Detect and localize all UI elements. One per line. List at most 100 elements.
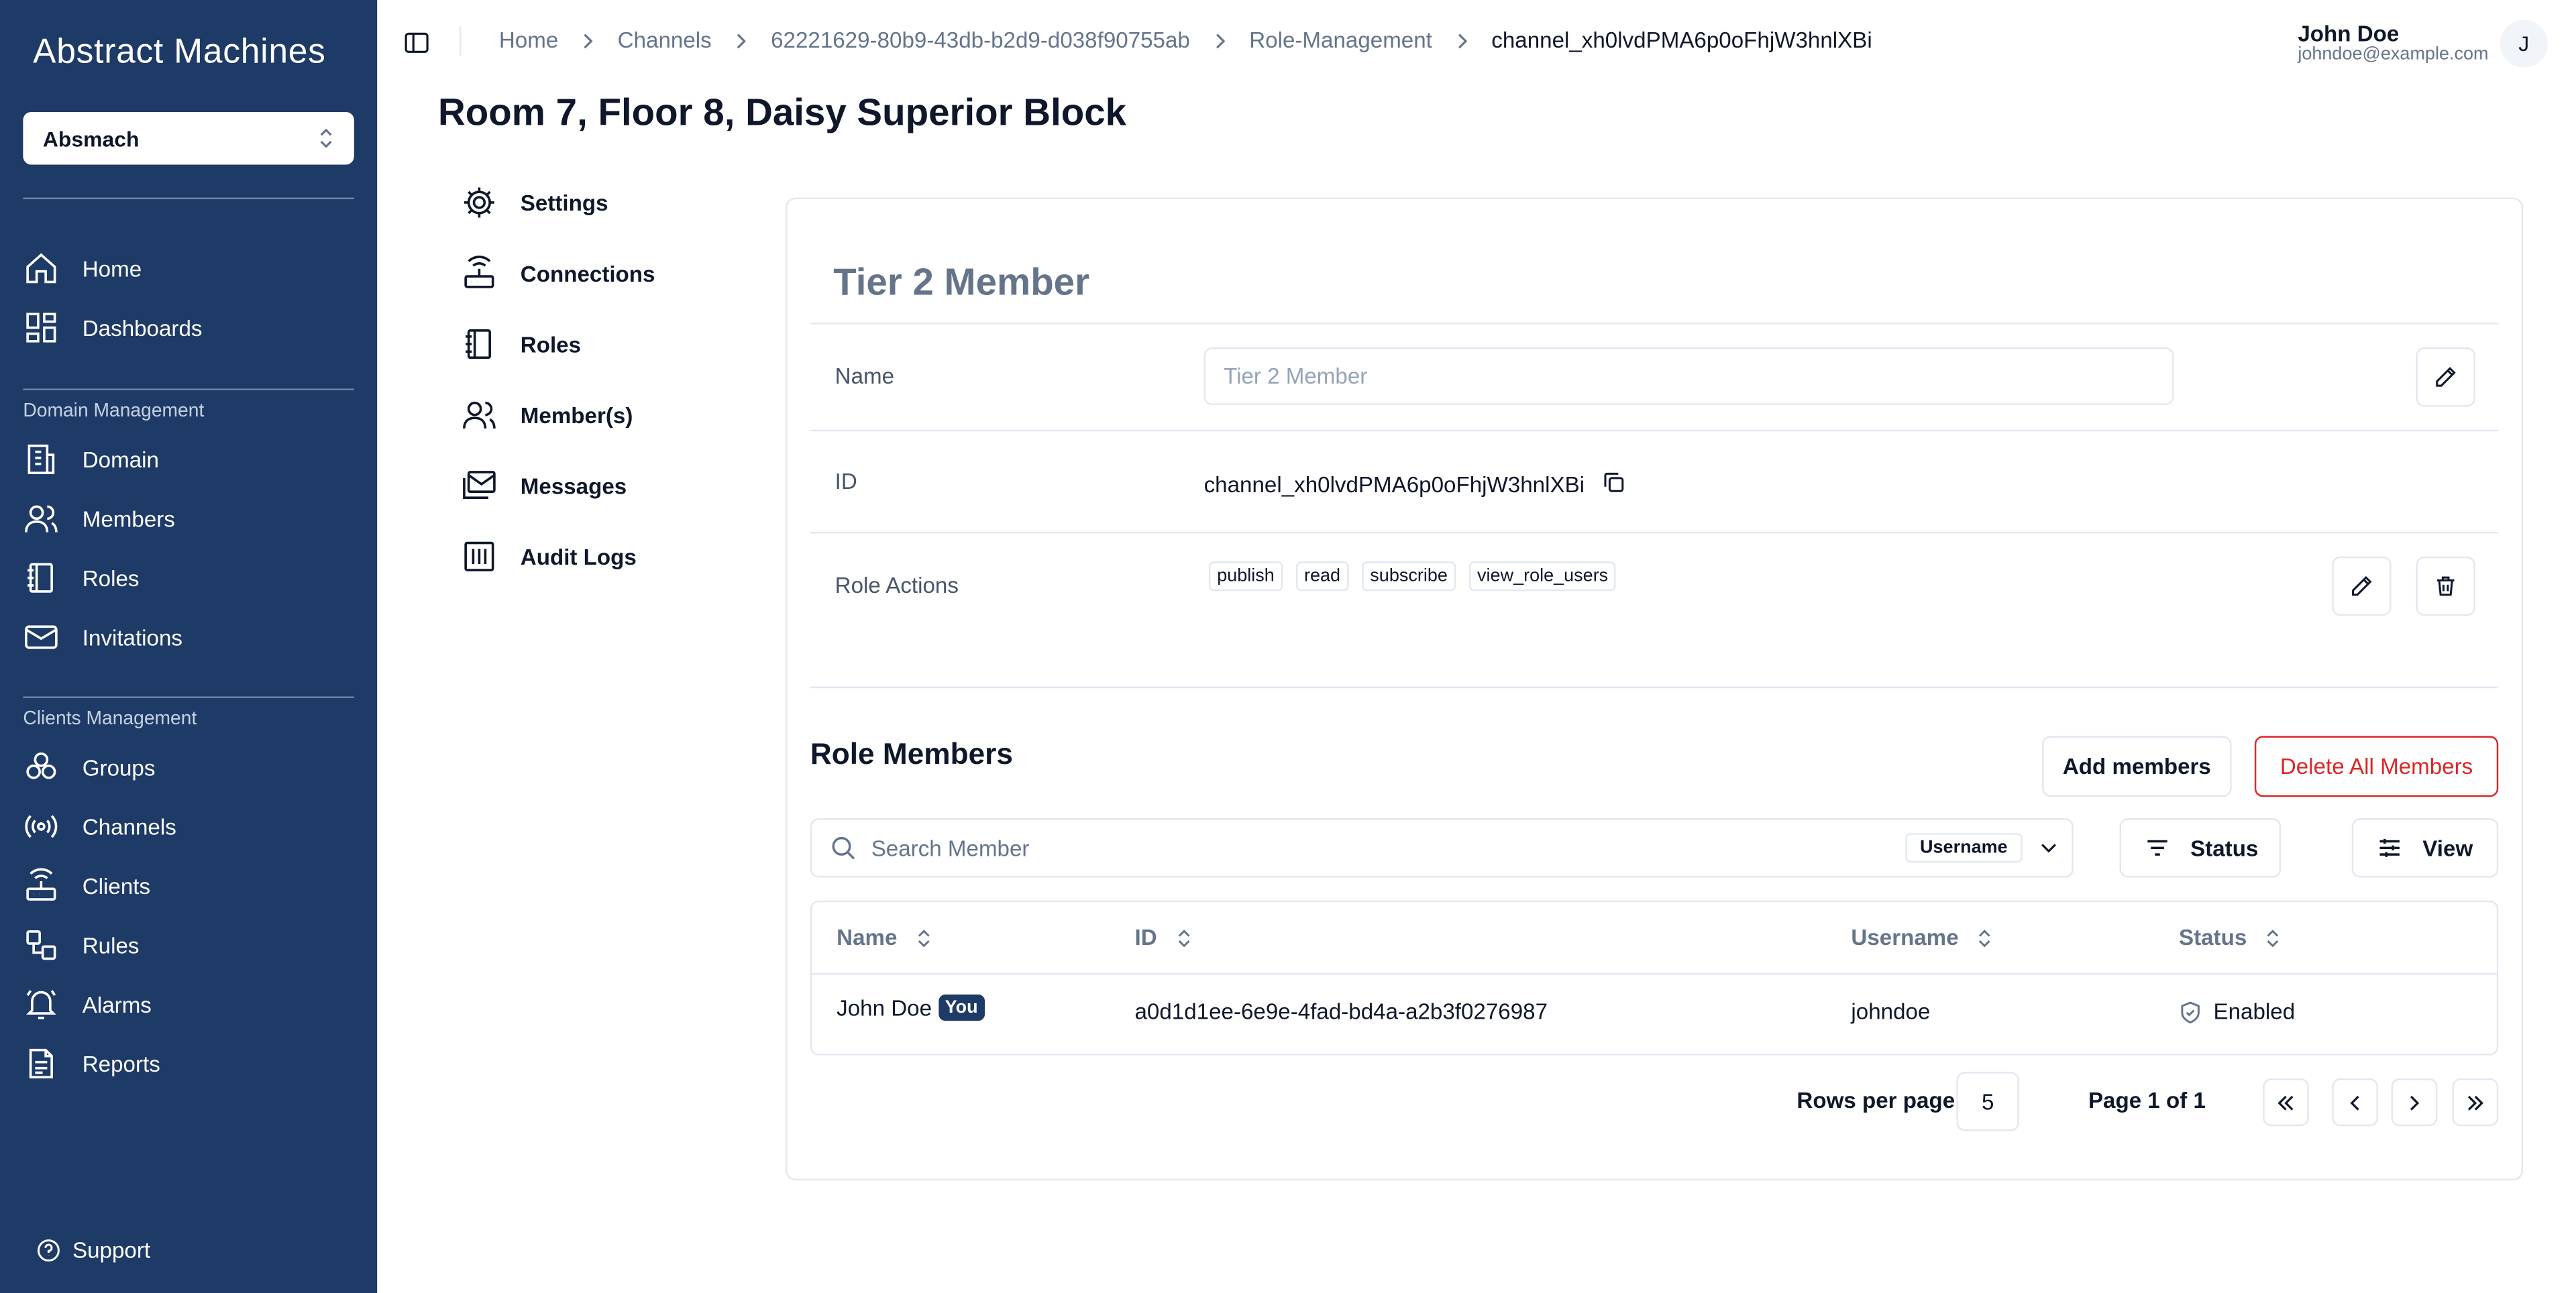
add-members-button[interactable]: Add members bbox=[2042, 736, 2232, 797]
sidebar-toggle-icon[interactable] bbox=[403, 30, 429, 56]
rows-per-page-select[interactable]: 5 bbox=[1956, 1072, 2019, 1131]
sidebar-divider bbox=[23, 388, 354, 390]
sidebar-item-label: Groups bbox=[82, 754, 156, 780]
groups-icon bbox=[23, 749, 59, 785]
support-link[interactable]: Support bbox=[36, 1238, 150, 1263]
view-options-button[interactable]: View bbox=[2351, 818, 2499, 878]
chevron-right-icon bbox=[1458, 33, 1467, 48]
chevrons-left-icon bbox=[2277, 1094, 2294, 1110]
subnav-label: Roles bbox=[520, 331, 582, 357]
column-header-name[interactable]: Name bbox=[837, 925, 933, 950]
subnav-item-settings[interactable]: Settings bbox=[461, 183, 608, 223]
sidebar-item-label: Reports bbox=[82, 1051, 160, 1076]
sort-icon bbox=[918, 928, 930, 947]
sidebar-item-members[interactable]: Members bbox=[23, 494, 354, 544]
breadcrumb-role-management[interactable]: Role-Management bbox=[1249, 28, 1432, 53]
column-header-username[interactable]: Username bbox=[1851, 925, 1994, 950]
column-header-label: Name bbox=[837, 925, 898, 950]
edit-actions-button[interactable] bbox=[2332, 556, 2392, 616]
status-value: Enabled bbox=[2213, 999, 2296, 1025]
home-icon bbox=[23, 250, 59, 286]
bell-icon bbox=[23, 987, 59, 1023]
chevron-right-icon bbox=[1216, 33, 1225, 48]
sidebar-item-channels[interactable]: Channels bbox=[23, 802, 354, 852]
gear-icon bbox=[461, 184, 497, 221]
column-header-status[interactable]: Status bbox=[2179, 925, 2283, 950]
status-filter-button[interactable]: Status bbox=[2119, 818, 2282, 878]
last-page-button[interactable] bbox=[2452, 1078, 2499, 1127]
subnav-item-audit-logs[interactable]: Audit Logs bbox=[461, 537, 637, 576]
mail-icon bbox=[23, 619, 59, 655]
sidebar-item-reports[interactable]: Reports bbox=[23, 1039, 354, 1088]
filter-icon bbox=[2147, 840, 2167, 856]
user-menu[interactable]: John Doe johndoe@example.com bbox=[2298, 21, 2488, 64]
previous-page-button[interactable] bbox=[2332, 1078, 2379, 1127]
organization-select[interactable]: Absmach bbox=[23, 111, 354, 165]
subnav-item-roles[interactable]: Roles bbox=[461, 325, 581, 364]
id-label: ID bbox=[835, 469, 857, 494]
chevrons-up-down-icon bbox=[320, 128, 332, 148]
user-name: John Doe bbox=[2298, 21, 2400, 46]
domain-management-label: Domain Management bbox=[23, 402, 205, 422]
report-icon bbox=[23, 1046, 59, 1082]
name-label: Name bbox=[835, 363, 895, 389]
sidebar-item-groups[interactable]: Groups bbox=[23, 742, 354, 792]
sidebar-item-label: Clients bbox=[82, 873, 151, 899]
radio-icon bbox=[23, 808, 59, 844]
sidebar-item-label: Dashboards bbox=[82, 315, 203, 340]
topbar-divider bbox=[459, 26, 462, 56]
table-cell-id: a0d1d1ee-6e9e-4fad-bd4a-a2b3f0276987 bbox=[1134, 999, 1548, 1025]
breadcrumb-channel-id[interactable]: 62221629-80b9-43db-b2d9-d038f90755ab bbox=[771, 28, 1190, 53]
search-input[interactable]: Search Member bbox=[871, 836, 1905, 860]
sidebar-item-rules[interactable]: Rules bbox=[23, 920, 354, 970]
pencil-icon bbox=[2436, 367, 2456, 387]
sidebar-item-domain[interactable]: Domain bbox=[23, 435, 354, 484]
sort-icon bbox=[1979, 928, 1991, 947]
sidebar: Abstract Machines Absmach Home Dashboard… bbox=[0, 0, 378, 1293]
sidebar-item-alarms[interactable]: Alarms bbox=[23, 980, 354, 1029]
role-name-field[interactable]: Tier 2 Member bbox=[1203, 347, 2174, 405]
table-cell-status: Enabled bbox=[2179, 999, 2295, 1024]
divider bbox=[810, 323, 2499, 325]
divider bbox=[810, 429, 2499, 432]
copy-icon[interactable] bbox=[1603, 471, 1625, 494]
subnav-label: Settings bbox=[520, 190, 608, 215]
breadcrumb-home[interactable]: Home bbox=[499, 28, 558, 53]
breadcrumb-channels[interactable]: Channels bbox=[618, 28, 712, 53]
logs-icon bbox=[461, 539, 497, 575]
subnav-item-connections[interactable]: Connections bbox=[461, 254, 655, 293]
chevron-right-icon bbox=[737, 33, 747, 48]
delete-actions-button[interactable] bbox=[2416, 556, 2475, 616]
delete-all-members-button[interactable]: Delete All Members bbox=[2254, 736, 2499, 797]
action-chip: subscribe bbox=[1362, 561, 1456, 592]
sidebar-item-dashboards[interactable]: Dashboards bbox=[23, 303, 354, 353]
sidebar-item-roles[interactable]: Roles bbox=[23, 553, 354, 603]
sidebar-item-label: Rules bbox=[82, 932, 140, 958]
column-header-label: Status bbox=[2178, 925, 2247, 950]
next-page-button[interactable] bbox=[2391, 1078, 2438, 1127]
members-table: Name ID Username Status John Doe You a0d… bbox=[810, 900, 2499, 1056]
chevron-down-icon[interactable] bbox=[2039, 838, 2058, 858]
avatar[interactable]: J bbox=[2500, 19, 2548, 68]
chevron-right-icon bbox=[2410, 1094, 2420, 1110]
role-members-title: Role Members bbox=[810, 737, 1013, 771]
edit-name-button[interactable] bbox=[2416, 347, 2475, 407]
subnav-item-members[interactable]: Member(s) bbox=[461, 395, 633, 435]
column-header-id[interactable]: ID bbox=[1134, 925, 1193, 950]
first-page-button[interactable] bbox=[2263, 1078, 2309, 1127]
subnav-item-messages[interactable]: Messages bbox=[461, 466, 627, 506]
app-logo[interactable]: Abstract Machines bbox=[33, 33, 326, 72]
breadcrumb-current: channel_xh0lvdPMA6p0oFhjW3hnlXBi bbox=[1491, 27, 1872, 53]
search-field-select[interactable]: Username bbox=[1904, 833, 2023, 863]
member-search[interactable]: Search Member Username bbox=[810, 818, 2074, 878]
sidebar-item-home[interactable]: Home bbox=[23, 243, 354, 293]
sort-icon bbox=[2267, 928, 2279, 947]
sidebar-item-clients[interactable]: Clients bbox=[23, 861, 354, 911]
divider bbox=[810, 686, 2499, 689]
page-indicator: Page 1 of 1 bbox=[2088, 1088, 2206, 1113]
support-label: Support bbox=[72, 1238, 151, 1263]
sidebar-item-label: Channels bbox=[82, 813, 176, 839]
search-icon bbox=[832, 836, 855, 860]
router-icon bbox=[461, 256, 497, 292]
sidebar-item-invitations[interactable]: Invitations bbox=[23, 612, 354, 662]
